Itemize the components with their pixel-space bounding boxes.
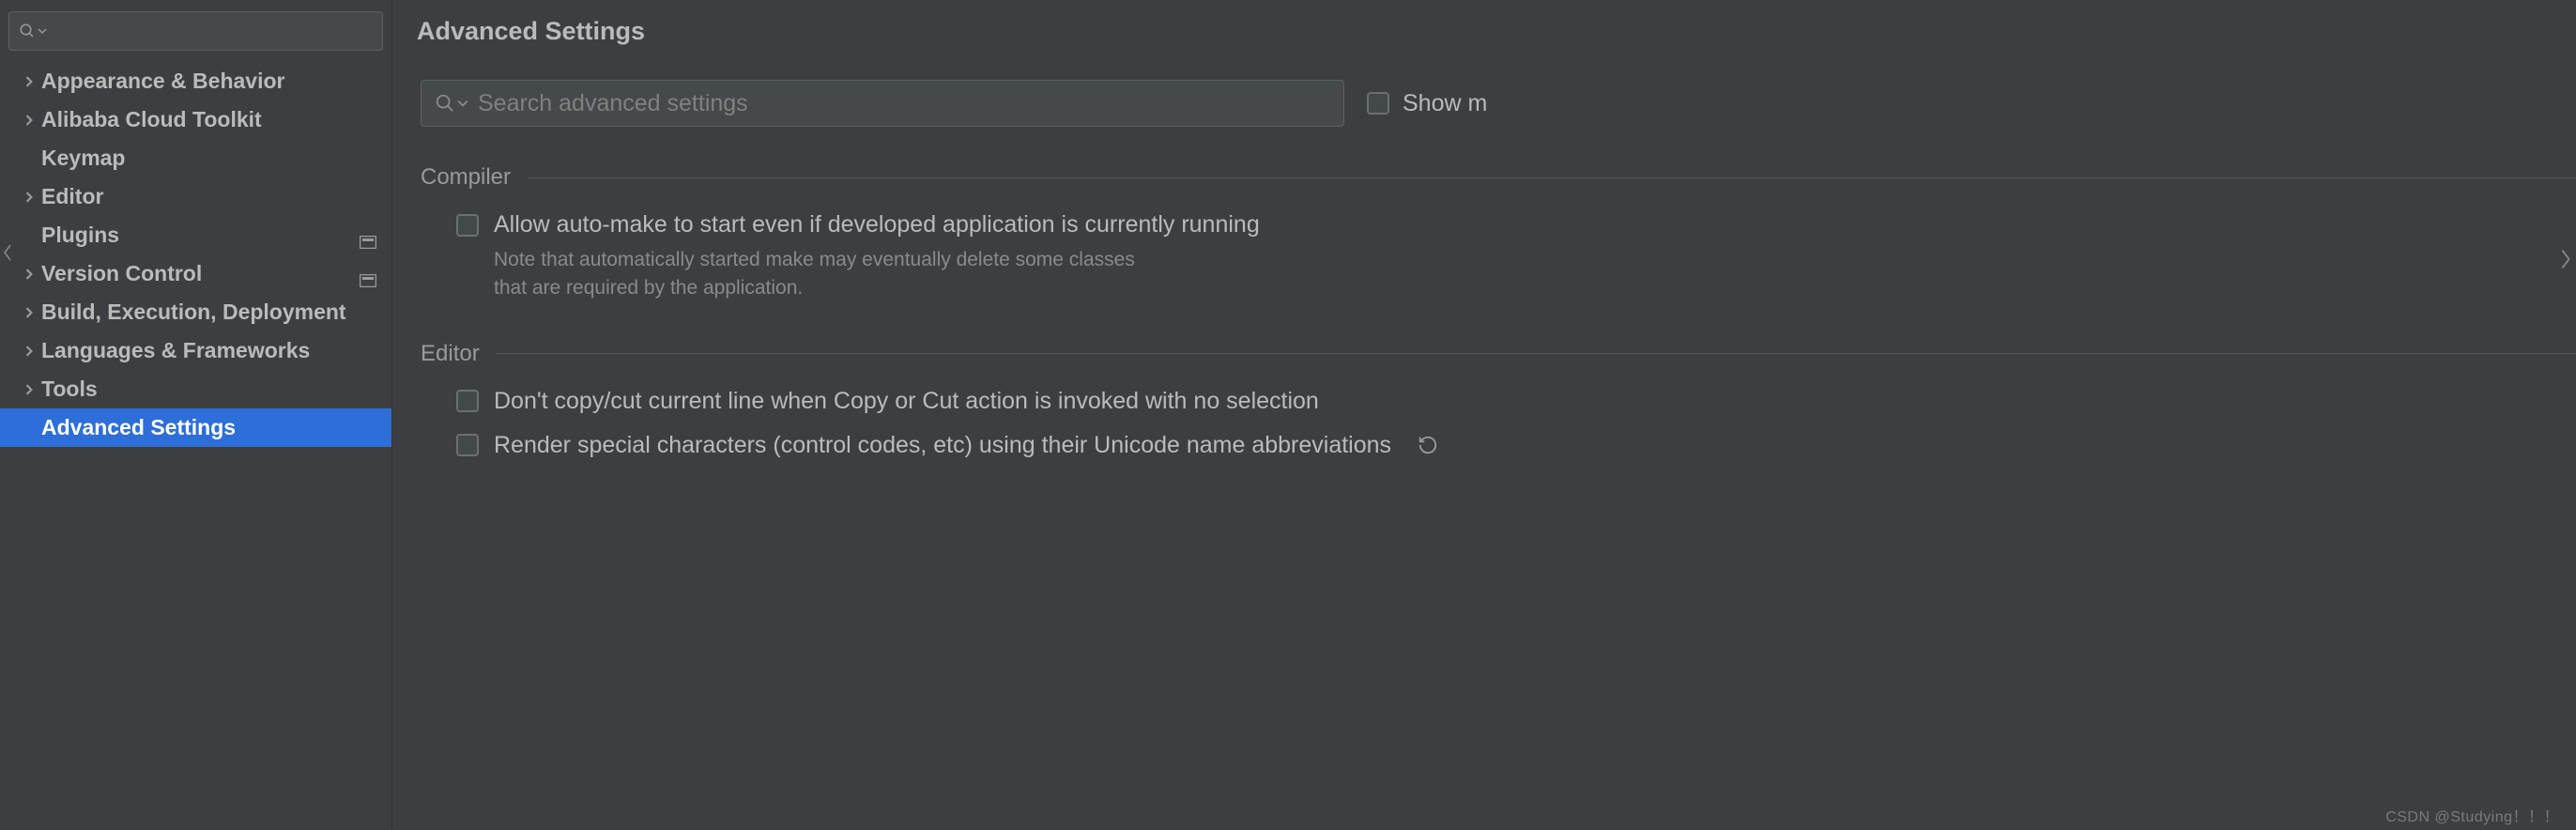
- chevron-down-icon: [38, 26, 47, 36]
- option-label: Allow auto-make to start even if develop…: [494, 211, 1260, 238]
- project-badge-icon: [360, 229, 376, 242]
- sidebar-item-label: Editor: [41, 184, 380, 209]
- sidebar-item-label: Build, Execution, Deployment: [41, 300, 380, 325]
- show-modified-checkbox[interactable]: [1367, 92, 1389, 115]
- option-note: Note that automatically started make may…: [494, 246, 2576, 303]
- sidebar-item-alibaba-cloud-toolkit[interactable]: Alibaba Cloud Toolkit: [0, 100, 391, 139]
- sidebar-search[interactable]: [8, 11, 383, 51]
- option-label: Don't copy/cut current line when Copy or…: [494, 388, 1319, 415]
- expand-icon: [17, 346, 41, 357]
- settings-nav: Appearance & Behavior Alibaba Cloud Toolk…: [0, 62, 391, 830]
- sidebar-item-label: Version Control: [41, 261, 360, 286]
- checkbox[interactable]: [456, 434, 479, 456]
- sidebar-item-keymap[interactable]: Keymap: [0, 139, 391, 177]
- expand-icon: [17, 307, 41, 318]
- chevron-down-icon: [457, 98, 468, 109]
- option-render-special-chars[interactable]: Render special characters (control codes…: [456, 432, 2576, 459]
- divider: [528, 177, 2576, 178]
- advanced-search[interactable]: [421, 80, 1344, 127]
- expand-icon: [17, 115, 41, 126]
- sidebar-item-build-execution-deployment[interactable]: Build, Execution, Deployment: [0, 293, 391, 331]
- project-badge-icon: [360, 268, 376, 281]
- option-copy-cut-line[interactable]: Don't copy/cut current line when Copy or…: [456, 388, 2576, 415]
- search-icon: [435, 93, 455, 114]
- search-icon: [19, 23, 36, 39]
- sidebar-item-label: Tools: [41, 377, 380, 402]
- expand-icon: [17, 192, 41, 203]
- sidebar-item-editor[interactable]: Editor: [0, 177, 391, 216]
- sidebar-item-label: Advanced Settings: [41, 415, 380, 440]
- sidebar-item-label: Appearance & Behavior: [41, 69, 380, 94]
- checkbox[interactable]: [456, 390, 479, 412]
- sidebar-item-label: Plugins: [41, 223, 360, 248]
- section-title: Editor: [421, 341, 480, 367]
- sidebar-item-languages-frameworks[interactable]: Languages & Frameworks: [0, 331, 391, 370]
- sidebar-item-label: Languages & Frameworks: [41, 338, 380, 363]
- sidebar-item-label: Alibaba Cloud Toolkit: [41, 107, 380, 132]
- watermark: CSDN @Studying！！！: [2385, 804, 2559, 826]
- back-nav-icon[interactable]: [0, 238, 15, 267]
- expand-icon: [17, 76, 41, 87]
- reset-icon[interactable]: [1418, 435, 1438, 455]
- show-modified-label: Show m: [1403, 90, 1487, 117]
- checkbox[interactable]: [456, 214, 479, 237]
- divider: [497, 353, 2576, 354]
- expand-icon: [17, 384, 41, 395]
- sidebar-item-label: Keymap: [41, 146, 380, 171]
- sidebar-item-advanced-settings[interactable]: Advanced Settings: [0, 408, 391, 447]
- sidebar-item-tools[interactable]: Tools: [0, 370, 391, 408]
- sidebar-item-plugins[interactable]: Plugins: [0, 216, 391, 254]
- page-title: Advanced Settings: [417, 17, 2576, 46]
- sidebar-item-version-control[interactable]: Version Control: [0, 254, 391, 293]
- section-title: Compiler: [421, 164, 511, 191]
- option-label: Render special characters (control codes…: [494, 432, 1391, 459]
- advanced-search-input[interactable]: [478, 90, 1330, 117]
- section-compiler: Compiler Allow auto-make to start even i…: [421, 164, 2576, 303]
- expand-icon: [17, 269, 41, 280]
- section-editor: Editor Don't copy/cut current line when …: [421, 341, 2576, 459]
- main-panel: Advanced Settings Show m Compiler Allow …: [392, 0, 2576, 830]
- forward-nav-icon[interactable]: [2555, 240, 2576, 278]
- option-allow-automake[interactable]: Allow auto-make to start even if develop…: [456, 211, 2576, 238]
- show-modified-toggle[interactable]: Show m: [1367, 90, 1487, 117]
- sidebar-item-appearance-behavior[interactable]: Appearance & Behavior: [0, 62, 391, 100]
- sidebar: Appearance & Behavior Alibaba Cloud Toolk…: [0, 0, 392, 830]
